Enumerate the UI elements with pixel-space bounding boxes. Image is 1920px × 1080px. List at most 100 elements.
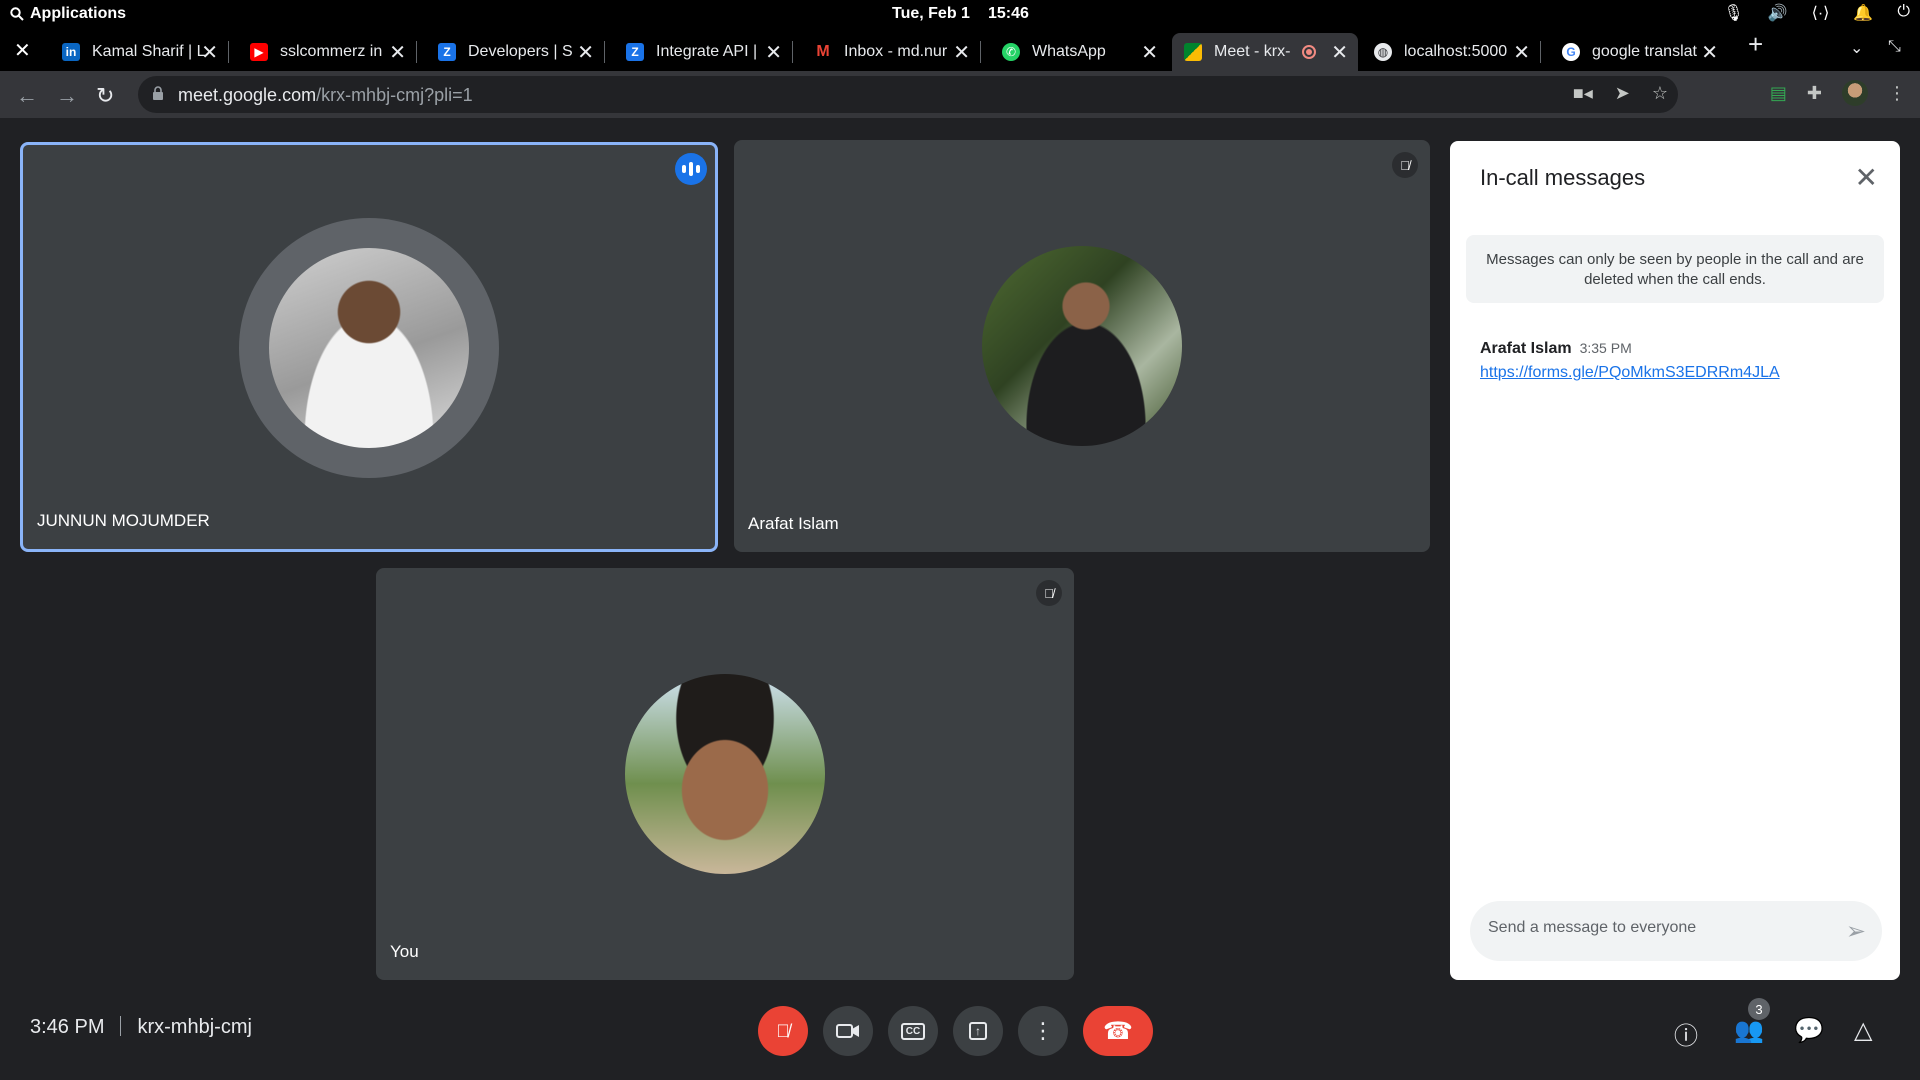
tab-separator [604, 41, 605, 63]
tab-label: sslcommerz in [280, 43, 383, 60]
avatar [982, 246, 1182, 446]
close-tab-icon[interactable]: ✕ [577, 40, 594, 65]
close-tab-icon[interactable]: ✕ [201, 40, 218, 65]
chat-icon[interactable]: 💬 [1794, 1016, 1824, 1045]
people-icon[interactable]: 👥 3 [1734, 998, 1770, 1045]
tab-search-icon[interactable]: ⌄ [1850, 38, 1863, 58]
message-composer: ➢ [1470, 901, 1882, 961]
meeting-code: krx-mhbj-cmj [137, 1016, 252, 1038]
meeting-info: 3:46 PM krx-mhbj-cmj [30, 1016, 252, 1039]
participant-name: You [390, 942, 419, 961]
speaking-indicator-icon [675, 153, 707, 185]
tab-meet[interactable]: Meet - krx- ✕ [1172, 33, 1358, 71]
meeting-details-icon[interactable]: ⓘ [1674, 1016, 1698, 1051]
closed-captions-icon: CC [900, 1022, 926, 1040]
system-clock[interactable]: Tue, Feb 1 15:46 [892, 5, 1029, 23]
search-icon [10, 7, 24, 21]
extensions-icon[interactable]: ✚ [1807, 83, 1822, 104]
notification-icon[interactable]: 🔔 [1853, 3, 1873, 23]
power-icon[interactable]: ⏻ [1897, 3, 1910, 23]
new-tab-icon[interactable]: + [1748, 29, 1763, 60]
messages-notice: Messages can only be seen by people in t… [1466, 235, 1884, 303]
participant-name: JUNNUN MOJUMDER [37, 511, 210, 530]
back-icon[interactable]: ← [16, 83, 38, 109]
hang-up-icon: ☎ [1103, 1017, 1133, 1045]
close-tab-icon[interactable]: ✕ [765, 40, 782, 65]
close-tab-icon[interactable]: ✕ [389, 40, 406, 65]
lock-icon [153, 86, 163, 100]
globe-icon: ◍ [1374, 43, 1392, 61]
zoho-icon: Z [438, 43, 456, 61]
tab-label: Developers | S [468, 43, 573, 60]
browser-toolbar: ▤ ✚ ⋮ [1770, 80, 1906, 106]
microphone-icon[interactable]: 🎙 [1723, 3, 1743, 23]
send-icon[interactable]: ➢ [1846, 917, 1866, 946]
mic-off-icon: 🎙̸ [1392, 152, 1418, 178]
applications-label: Applications [30, 5, 127, 22]
linkedin-icon: in [62, 43, 80, 61]
tab-label: Meet - krx- [1214, 43, 1291, 60]
video-camera-icon [836, 1024, 859, 1038]
close-tab-icon[interactable]: ✕ [1513, 40, 1530, 65]
tab-label: WhatsApp [1032, 43, 1106, 60]
tab-localhost[interactable]: ◍ localhost:5000 ✕ [1362, 33, 1541, 71]
microphone-toggle-button[interactable]: 🎙̸ [758, 1006, 808, 1056]
browser-menu-icon[interactable]: ⋮ [1888, 83, 1906, 104]
divider [120, 1016, 122, 1036]
activities-icon[interactable]: △ [1854, 1016, 1872, 1045]
system-bar: Applications Tue, Feb 1 15:46 🎙 🔊 ⟨·⟩ 🔔 ⏻ [0, 0, 1920, 29]
close-window-icon[interactable]: ✕ [14, 38, 31, 63]
message-sender: Arafat Islam [1480, 340, 1572, 357]
participant-tile[interactable]: 🎙̸ Arafat Islam [734, 140, 1430, 552]
close-tab-icon[interactable]: ✕ [953, 40, 970, 65]
in-call-messages-panel: In-call messages ✕ Messages can only be … [1450, 141, 1900, 980]
tab-integrate-api[interactable]: Z Integrate API | ✕ [614, 33, 793, 71]
profile-avatar[interactable] [1842, 80, 1868, 106]
whatsapp-icon: ✆ [1002, 43, 1020, 61]
tab-google-translate[interactable]: G google translat ✕ [1550, 33, 1728, 71]
gmail-icon: M [816, 43, 830, 60]
volume-icon[interactable]: 🔊 [1768, 3, 1788, 23]
bookmark-star-icon[interactable]: ☆ [1652, 83, 1668, 104]
camera-icon[interactable]: ■◂ [1573, 83, 1593, 104]
tab-separator [980, 41, 981, 63]
url-host: meet.google.com [178, 85, 317, 105]
present-screen-button[interactable]: ↑ [953, 1006, 1003, 1056]
meeting-time: 3:46 PM [30, 1016, 105, 1038]
forward-icon[interactable]: → [56, 83, 78, 109]
camera-toggle-button[interactable] [823, 1006, 873, 1056]
address-bar[interactable]: meet.google.com/krx-mhbj-cmj?pli=1 ■◂ ➤ … [138, 76, 1678, 113]
restore-window-icon[interactable]: ⤡ [1888, 38, 1901, 56]
network-icon[interactable]: ⟨·⟩ [1812, 3, 1830, 23]
sheets-extension-icon[interactable]: ▤ [1770, 83, 1787, 104]
tab-label: localhost:5000 [1404, 43, 1508, 60]
captions-button[interactable]: CC [888, 1006, 938, 1056]
tab-separator [416, 41, 417, 63]
reload-icon[interactable]: ↻ [96, 83, 114, 109]
tab-youtube[interactable]: ▶ sslcommerz in ✕ [238, 33, 417, 71]
close-icon[interactable]: ✕ [1855, 161, 1878, 194]
message-link[interactable]: https://forms.gle/PQoMkmS3EDRRm4JLA [1480, 364, 1780, 382]
recording-icon [1302, 45, 1316, 59]
present-icon: ↑ [969, 1022, 987, 1040]
applications-menu[interactable]: Applications [10, 5, 126, 23]
participant-tile[interactable]: JUNNUN MOJUMDER [20, 142, 718, 552]
youtube-icon: ▶ [250, 43, 268, 61]
tab-developers[interactable]: Z Developers | S ✕ [426, 33, 605, 71]
system-date: Tue, Feb 1 [892, 5, 970, 22]
tab-whatsapp[interactable]: ✆ WhatsApp ✕ [990, 33, 1168, 71]
close-tab-icon[interactable]: ✕ [1701, 40, 1718, 65]
tab-linkedin[interactable]: in Kamal Sharif | L ✕ [50, 33, 229, 71]
send-tab-icon[interactable]: ➤ [1615, 83, 1630, 104]
message-input[interactable] [1488, 919, 1818, 937]
leave-call-button[interactable]: ☎ [1083, 1006, 1153, 1056]
navigation-bar: ← → ↻ meet.google.com/krx-mhbj-cmj?pli=1… [0, 71, 1920, 118]
tab-inbox[interactable]: M Inbox - md.nur ✕ [802, 33, 981, 71]
participant-tile[interactable]: 🎙̸ You [376, 568, 1074, 980]
more-options-button[interactable]: ⋮ [1018, 1006, 1068, 1056]
tab-label: google translat [1592, 43, 1697, 60]
close-tab-icon[interactable]: ✕ [1141, 40, 1158, 65]
close-tab-icon[interactable]: ✕ [1331, 40, 1348, 65]
tab-separator [228, 41, 229, 63]
tab-separator [1540, 41, 1541, 63]
